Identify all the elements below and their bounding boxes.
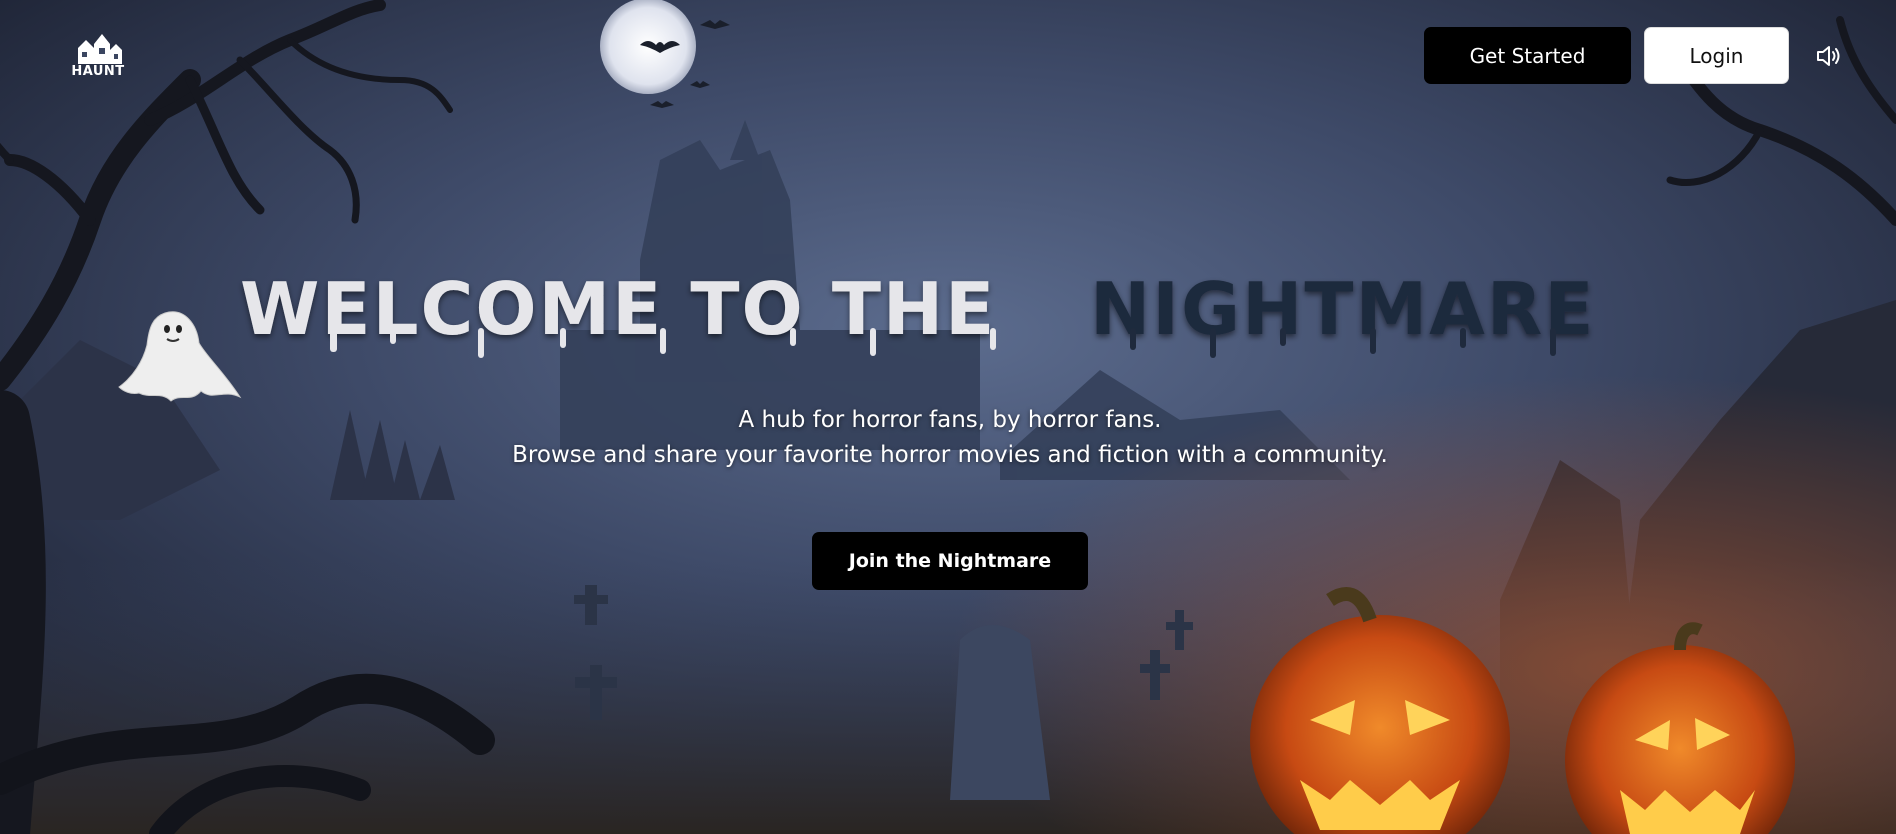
haunt-logo[interactable]: HAUNT (68, 30, 128, 82)
subtitle-line-1: A hub for horror fans, by horror fans. (738, 407, 1162, 433)
login-button[interactable]: Login (1644, 27, 1789, 84)
hero-subtitle: A hub for horror fans, by horror fans. B… (300, 403, 1600, 473)
headline-part2: NIGHTMARE (1090, 268, 1596, 351)
logo-text: HAUNT (71, 64, 125, 79)
speaker-icon[interactable] (1814, 42, 1842, 70)
headline-part1: WELCOME TO THE (240, 268, 996, 351)
ghost-icon (115, 305, 245, 405)
haunted-house-icon (78, 34, 122, 64)
subtitle-line-2: Browse and share your favorite horror mo… (512, 442, 1388, 468)
join-nightmare-button[interactable]: Join the Nightmare (812, 532, 1088, 590)
hero-headline: WELCOME TO THE NIGHTMARE (230, 267, 1660, 368)
get-started-button[interactable]: Get Started (1424, 27, 1631, 84)
